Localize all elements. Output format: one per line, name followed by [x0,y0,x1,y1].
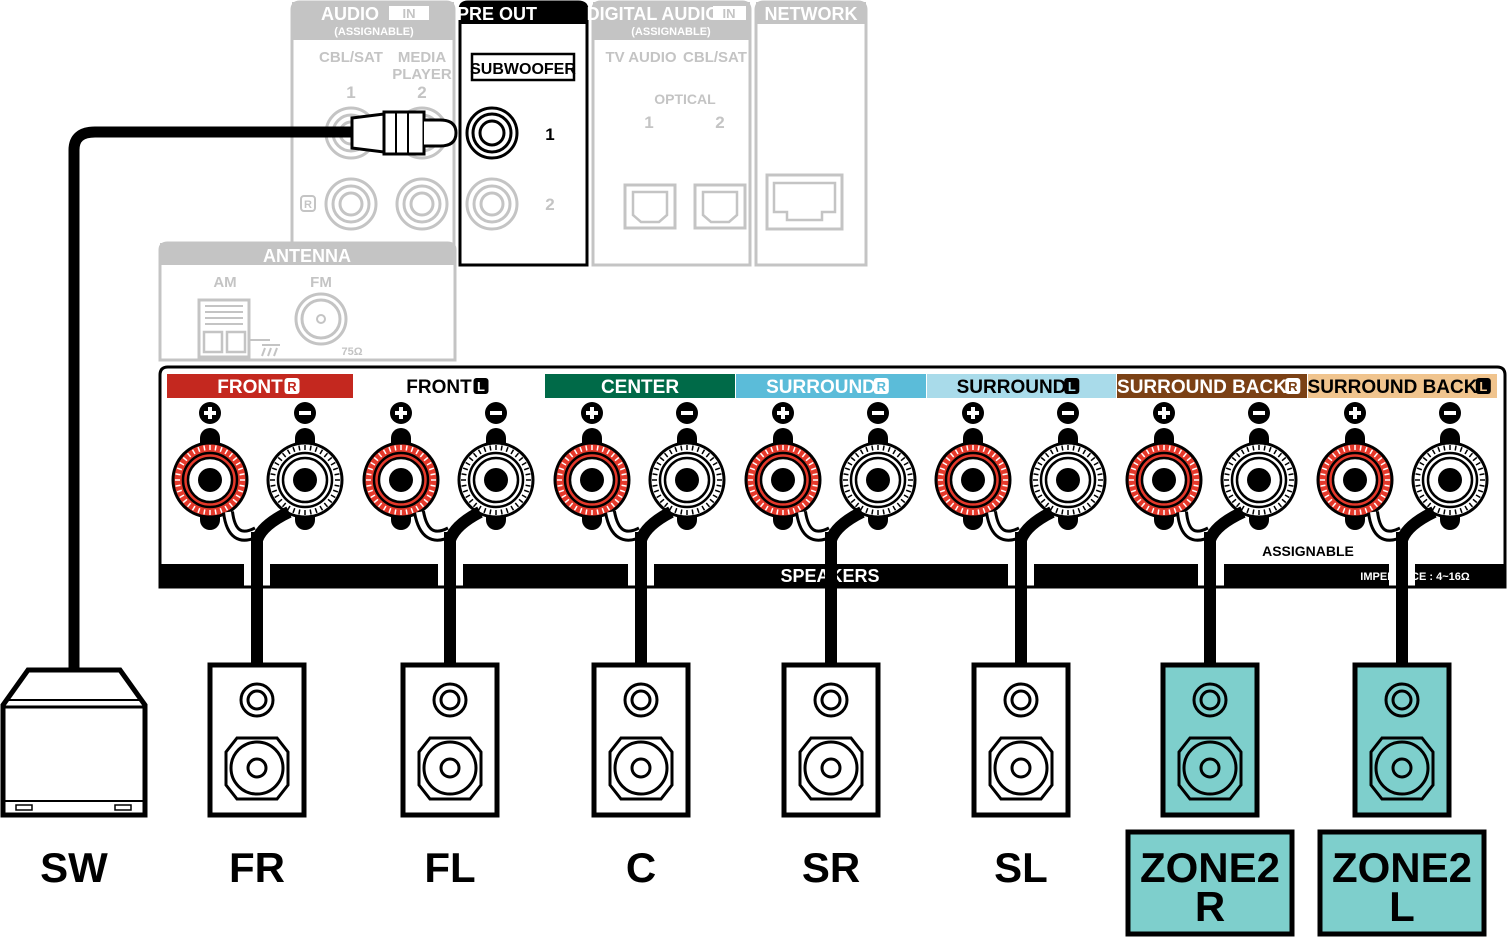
am-label: AM [213,274,236,291]
panel-bar [270,564,438,587]
subwoofer-speaker-label: SW [40,844,108,891]
speaker-connection-diagram: AUDIO IN (ASSIGNABLE) CBL/SAT MEDIAPLAYER 1 2 R… [0,0,1507,937]
channel-label: FRONT [406,377,472,398]
speaker-icon [1160,662,1260,818]
speaker-label: SL [994,844,1048,891]
speaker-icon [400,662,500,818]
fm-impedance: 75Ω [341,346,362,358]
channel-label: SURROUND [766,377,876,398]
audio-in-badge: IN [403,6,416,21]
network-title: NETWORK [765,4,858,24]
side-badge-letter: R [877,379,887,394]
channel-label: SURROUND BACK [1117,377,1287,398]
subwoofer-icon [0,667,148,818]
side-badge-letter: L [1068,379,1076,394]
speaker-cable [1015,532,1027,665]
speaker-cable [1204,532,1216,665]
fm-label: FM [310,274,332,291]
speaker-icon [207,662,307,818]
digital-in-badge: IN [723,6,736,21]
rca-plug-icon [350,112,386,154]
jack-num-1: 1 [545,125,554,144]
r-mark: R [304,199,312,211]
speaker-icon [591,662,691,818]
jack-num-2: 2 [545,195,554,214]
subwoofer-label: SUBWOOFER [470,61,576,78]
channel-label: SURROUND [957,377,1067,398]
side-badge-letter: L [1479,379,1487,394]
speaker-label-side: R [1195,883,1225,930]
panel-bar [160,564,244,587]
assignable-label: ASSIGNABLE [1262,543,1354,559]
input-cblsat: CBL/SAT [319,49,383,66]
impedance-label: IMPEDANCE : 4~16Ω [1360,571,1470,583]
speaker-icon [1352,662,1452,818]
antenna-title: ANTENNA [263,246,351,266]
digital-in-title: DIGITAL AUDIO [587,4,720,24]
channel-label: SURROUND BACK [1308,377,1478,398]
audio-in-title: AUDIO [321,4,379,24]
digital-in-sub: (ASSIGNABLE) [631,26,711,38]
side-badge-letter: R [287,379,297,394]
panel-bar [463,564,628,587]
speaker-label: FR [229,844,285,891]
speaker-cable [251,532,263,665]
channel-label: CENTER [601,377,679,398]
network-panel [754,0,868,267]
digital-in-panel [591,0,752,267]
pre-out-title: PRE OUT [457,4,537,24]
speaker-icon [781,662,881,818]
speaker-label: FL [424,844,475,891]
input-cblsat-optical: CBL/SAT [683,49,747,66]
speaker-icon [971,662,1071,818]
speaker-cable [635,532,647,665]
panel-bar [1034,564,1198,587]
audio-in-sub: (ASSIGNABLE) [334,26,414,38]
input-num-2: 2 [417,83,426,102]
channel-label: FRONT [217,377,283,398]
side-badge-letter: L [477,379,485,394]
speaker-cable [825,532,837,665]
speaker-label: SR [802,844,860,891]
speaker-label: C [626,844,656,891]
input-player: PLAYER [392,66,452,83]
speaker-label-side: L [1389,883,1415,930]
optical-label: OPTICAL [654,91,716,107]
speaker-cable [1396,532,1408,665]
input-num-1: 1 [346,83,355,102]
speaker-cable [444,532,456,665]
optical-num-2: 2 [715,113,724,132]
optical-num-1: 1 [644,113,653,132]
side-badge-letter: R [1288,379,1298,394]
input-tv-audio: TV AUDIO [605,49,676,66]
input-media: MEDIA [398,49,447,66]
